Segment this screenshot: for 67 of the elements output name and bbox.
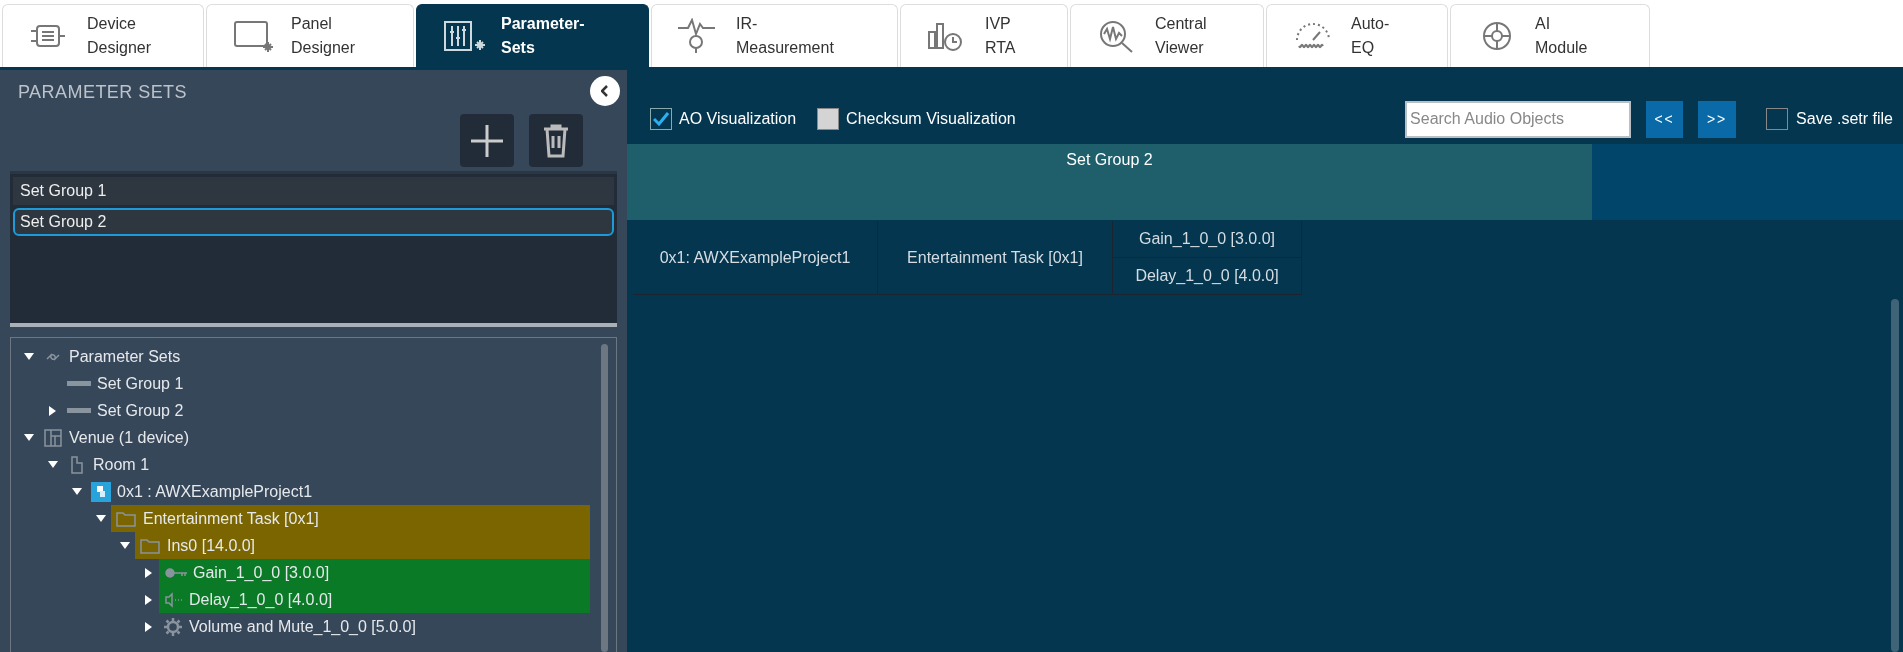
- module-tab[interactable]: Parameter- Sets: [416, 4, 649, 67]
- module-tab[interactable]: AI Module: [1450, 4, 1650, 67]
- previous-button[interactable]: <<: [1646, 100, 1684, 138]
- header-label: Set Group 2: [1066, 150, 1153, 170]
- panel-title: PARAMETER SETS: [18, 80, 187, 104]
- expanded-caret-icon[interactable]: [96, 514, 106, 523]
- collapsed-caret-icon[interactable]: [145, 621, 153, 632]
- trash-icon: [542, 123, 570, 158]
- expanded-caret-icon[interactable]: [24, 433, 34, 442]
- tree-item[interactable]: Parameter Sets: [69, 344, 181, 369]
- set-group-item[interactable]: Set Group 2: [13, 208, 614, 236]
- checkmark-icon: [653, 112, 669, 126]
- collapsed-caret-icon[interactable]: [49, 405, 57, 416]
- gear-icon: [163, 616, 183, 637]
- checkbox-label: Checksum Visualization: [846, 109, 1016, 129]
- table-cell: 0x1: AWXExampleProject1: [633, 221, 878, 295]
- tree-item[interactable]: Ins0 [14.0.0]: [167, 533, 256, 558]
- highlighted-tree-row[interactable]: Delay_1_0_0 [4.0.0]: [159, 586, 590, 613]
- table-cell: Gain_1_0_0 [3.0.0]: [1113, 221, 1302, 258]
- monitor-icon: [231, 18, 275, 54]
- rack-icon: [67, 381, 91, 386]
- collapsed-caret-icon[interactable]: [145, 567, 153, 578]
- tree-item[interactable]: Delay_1_0_0 [4.0.0]: [189, 587, 333, 612]
- module-tab[interactable]: Panel Designer: [206, 4, 414, 67]
- checkbox[interactable]: [1766, 108, 1789, 130]
- highlighted-tree-row[interactable]: Gain_1_0_0 [3.0.0]: [159, 559, 590, 586]
- scrollbar[interactable]: [601, 344, 608, 652]
- device-icon: [91, 481, 111, 502]
- highlighted-tree-row[interactable]: Entertainment Task [0x1]: [111, 505, 590, 532]
- module-tab[interactable]: Device Designer: [2, 4, 204, 67]
- module-tab[interactable]: IVP RTA: [900, 4, 1068, 67]
- next-button[interactable]: >>: [1698, 100, 1737, 138]
- module-tab[interactable]: Central Viewer: [1070, 4, 1264, 67]
- delete-button[interactable]: [529, 114, 583, 167]
- checkbox-label: AO Visualization: [679, 109, 797, 129]
- tree-item[interactable]: 0x1 : AWXExampleProject1: [117, 479, 313, 504]
- expanded-caret-icon[interactable]: [120, 541, 130, 550]
- sliders-icon: [441, 18, 485, 54]
- tree-item[interactable]: Volume and Mute_1_0_0 [5.0.0]: [189, 614, 416, 639]
- tree-item[interactable]: Set Group 2: [97, 398, 184, 423]
- scrollbar[interactable]: [1891, 299, 1899, 652]
- expanded-caret-icon[interactable]: [48, 460, 58, 469]
- collapsed-caret-icon[interactable]: [145, 594, 153, 605]
- add-button[interactable]: [460, 114, 514, 167]
- set-group-item[interactable]: Set Group 1: [13, 177, 614, 205]
- checkbox[interactable]: [650, 108, 672, 130]
- collapse-button[interactable]: [590, 76, 620, 106]
- rack-icon: [67, 408, 91, 413]
- tree-item[interactable]: Gain_1_0_0 [3.0.0]: [193, 560, 330, 585]
- checkbox-label: Save .setr file: [1796, 109, 1893, 129]
- search-field[interactable]: Search Audio Objects: [1405, 100, 1632, 138]
- highlighted-tree-row[interactable]: Ins0 [14.0.0]: [135, 532, 590, 559]
- expanded-caret-icon[interactable]: [72, 487, 82, 496]
- tree-item[interactable]: Room 1: [93, 452, 150, 477]
- floorplan-icon: [43, 427, 63, 448]
- expanded-caret-icon[interactable]: [24, 352, 34, 361]
- speaker-icon: [163, 589, 183, 610]
- plus-icon: [471, 124, 503, 157]
- table-cell: Delay_1_0_0 [4.0.0]: [1113, 258, 1302, 295]
- chevron-left-icon: [601, 85, 609, 97]
- tree-item[interactable]: Venue (1 device): [69, 425, 190, 450]
- module-tab[interactable]: IR- Measurement: [651, 4, 898, 67]
- module-tab[interactable]: Auto- EQ: [1266, 4, 1448, 67]
- checkbox[interactable]: [817, 108, 840, 130]
- tree-item[interactable]: Entertainment Task [0x1]: [143, 506, 319, 531]
- table-cell: Entertainment Task [0x1]: [878, 221, 1113, 295]
- tree-item[interactable]: Set Group 1: [97, 371, 184, 396]
